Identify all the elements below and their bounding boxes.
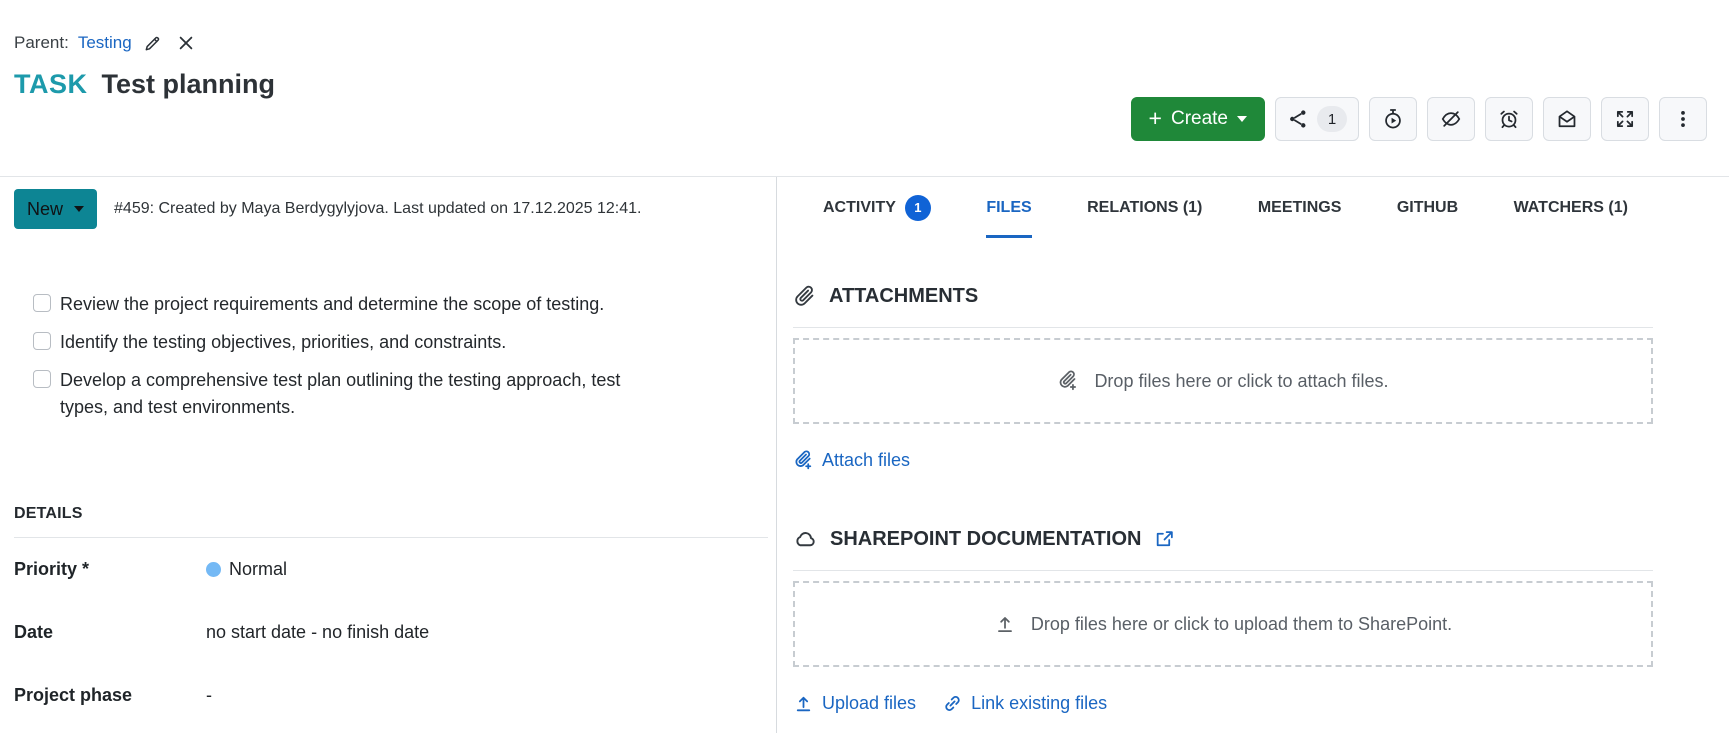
parent-breadcrumb: Parent: Testing [14,31,1729,55]
link-existing-files-link[interactable]: Link existing files [942,693,1107,714]
field-label: Project phase [14,685,133,705]
tab-watchers[interactable]: WATCHERS (1) [1514,177,1628,238]
unwatch-button[interactable] [1427,97,1475,141]
sharepoint-dropzone[interactable]: Drop files here or click to upload them … [793,581,1653,667]
chevron-down-icon [1237,116,1247,122]
share-count-badge: 1 [1317,106,1347,132]
details-heading: DETAILS [14,505,83,522]
checkbox[interactable] [33,332,51,350]
activity-count-badge: 1 [904,194,931,221]
checklist-item-text: Develop a comprehensive test plan outlin… [60,370,621,417]
field-label: Priority * [14,559,90,579]
date-value[interactable]: no start date - no finish date [206,622,768,643]
attachments-actions: Attach files [793,450,1653,471]
checkbox[interactable] [33,294,51,312]
mail-open-icon [1556,108,1578,130]
tabs-panel: ACTIVITY 1 FILES RELATIONS (1) MEETINGS … [777,177,1729,733]
sharepoint-heading: SHAREPOINT DOCUMENTATION [793,527,1653,551]
create-button-label: Create [1170,108,1228,129]
checkbox[interactable] [33,370,51,388]
notifications-button[interactable] [1543,97,1591,141]
fullscreen-button[interactable] [1601,97,1649,141]
divider [793,327,1653,328]
tab-files[interactable]: FILES [986,177,1033,238]
priority-value[interactable]: Normal [206,559,768,580]
toolbar: + Create 1 [1130,97,1707,141]
plus-icon: + [1148,104,1162,131]
tab-activity[interactable]: ACTIVITY 1 [823,177,931,238]
project-phase-value[interactable]: - [206,685,768,706]
attachments-dropzone[interactable]: Drop files here or click to attach files… [793,338,1653,424]
title-row: TASK Test planning [14,69,1729,100]
tab-label: FILES [986,198,1032,216]
checklist-item: Identify the testing objectives, priorit… [33,329,768,356]
attach-files-icon [1057,370,1079,392]
divider [793,570,1653,571]
tab-label: GITHUB [1396,198,1459,216]
external-link-icon[interactable] [1154,529,1175,550]
field-priority: Priority * Normal [14,538,768,601]
kebab-menu-icon [1672,108,1694,130]
checklist-item-text: Identify the testing objectives, priorit… [60,332,507,352]
start-timer-button[interactable] [1369,97,1417,141]
attach-files-icon [793,450,814,471]
edit-parent-button[interactable] [141,31,165,55]
parent-label: Parent: [14,33,69,52]
tab-label: MEETINGS [1257,198,1342,216]
eye-off-icon [1440,108,1462,130]
tab-label: RELATIONS (1) [1087,198,1203,216]
status-label: New [27,198,64,219]
tab-relations[interactable]: RELATIONS (1) [1087,177,1202,238]
work-package-body: New #459: Created by Maya Berdygylyjova.… [0,177,1729,733]
dropzone-text: Drop files here or click to attach files… [1094,370,1389,391]
checklist-item: Develop a comprehensive test plan outlin… [33,367,768,421]
page-title: Test planning [101,69,276,99]
alarm-icon [1498,108,1520,130]
tab-label: ACTIVITY [823,198,896,216]
link-icon [942,693,963,714]
upload-files-link[interactable]: Upload files [793,693,916,714]
pencil-icon [143,34,162,53]
create-button[interactable]: + Create [1130,97,1265,141]
paperclip-icon [793,285,816,308]
checklist-item-text: Review the project requirements and dete… [60,294,605,314]
work-package-header: Parent: Testing TASK Test planning + Cre… [0,31,1729,177]
field-project-phase: Project phase - [14,664,768,727]
parent-link[interactable]: Testing [78,33,132,53]
priority-dot [206,562,221,577]
upload-icon [994,613,1016,635]
chevron-down-icon [74,206,85,212]
sharepoint-actions: Upload files Link existing files [793,693,1653,714]
tab-github[interactable]: GITHUB [1397,177,1458,238]
tab-label: WATCHERS (1) [1513,198,1628,216]
work-package-type: TASK [14,69,88,99]
close-icon [177,34,195,52]
share-network-icon [1287,108,1309,130]
remove-parent-button[interactable] [174,31,198,55]
tab-bar: ACTIVITY 1 FILES RELATIONS (1) MEETINGS … [793,177,1653,238]
upload-icon [793,693,814,714]
checklist-item: Review the project requirements and dete… [33,291,768,318]
work-package-meta: #459: Created by Maya Berdygylyjova. Las… [114,200,642,217]
dropzone-text: Drop files here or click to upload them … [1030,613,1453,634]
field-date: Date no start date - no finish date [14,601,768,664]
cloud-icon [793,527,817,551]
share-button[interactable]: 1 [1275,97,1359,141]
description-checklist: Review the project requirements and dete… [33,291,768,421]
overview-panel: New #459: Created by Maya Berdygylyjova.… [0,177,777,733]
reminder-button[interactable] [1485,97,1533,141]
field-label: Date [14,622,54,642]
attachments-heading: ATTACHMENTS [793,285,1653,308]
status-dropdown[interactable]: New [14,189,98,229]
more-actions-button[interactable] [1659,97,1707,141]
fullscreen-icon [1614,108,1636,130]
stopwatch-icon [1382,108,1404,130]
attach-files-link[interactable]: Attach files [793,450,910,471]
tab-meetings[interactable]: MEETINGS [1258,177,1342,238]
status-row: New #459: Created by Maya Berdygylyjova.… [14,189,768,229]
